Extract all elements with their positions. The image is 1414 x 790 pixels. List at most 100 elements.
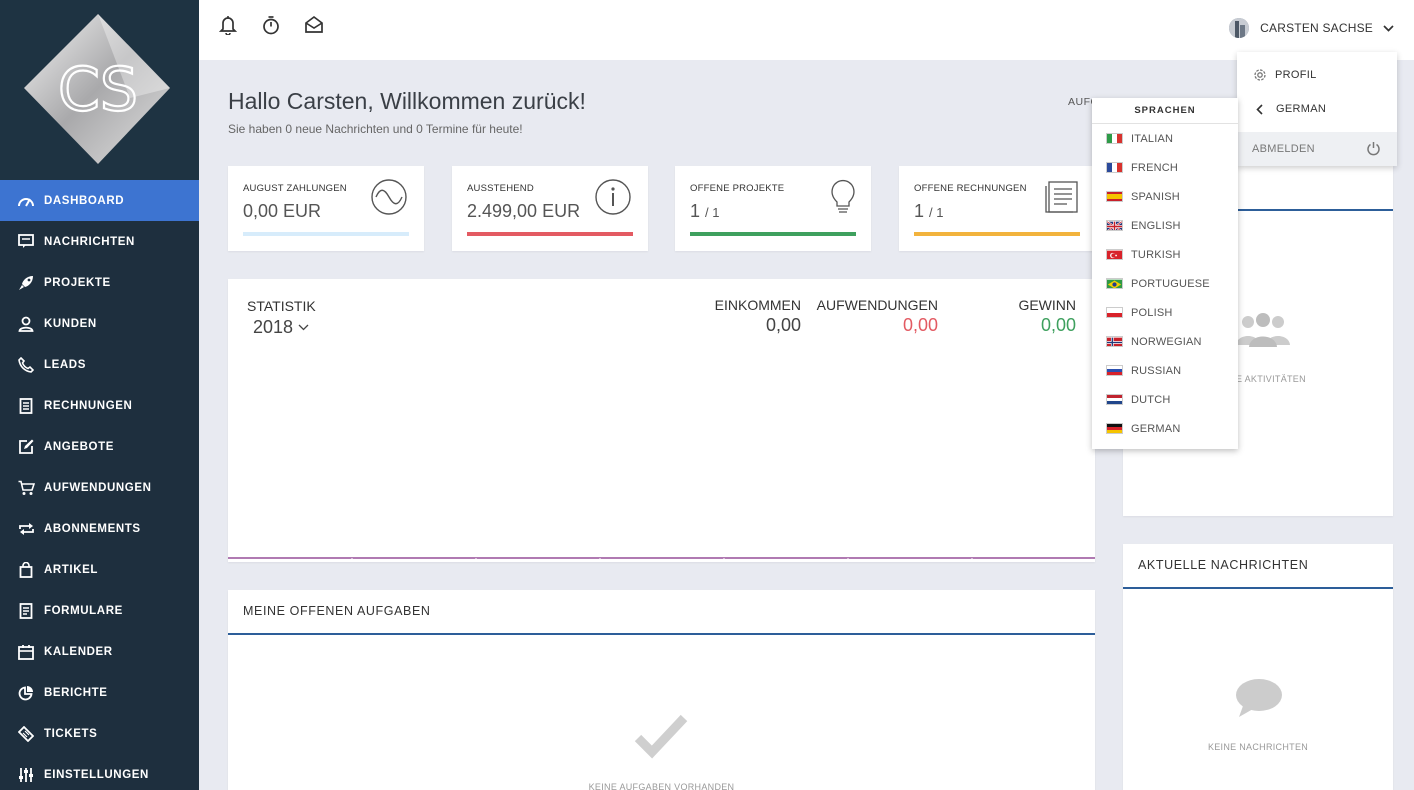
language-option-dutch[interactable]: DUTCH <box>1092 385 1238 414</box>
sliders-icon <box>17 766 35 784</box>
logo[interactable]: CS <box>0 0 199 180</box>
card-value-main: 1 <box>690 201 701 221</box>
power-icon <box>1366 141 1381 156</box>
sidebar-item-leads[interactable]: LEADS <box>0 344 199 385</box>
panel-title: AKTUELLE NACHRICHTEN <box>1123 544 1393 589</box>
sidebar-item-berichte[interactable]: BERICHTE <box>0 672 199 713</box>
language-option-label: DUTCH <box>1131 393 1171 406</box>
language-menu-item[interactable]: GERMAN <box>1252 103 1326 115</box>
sidebar-item-einstellungen[interactable]: EINSTELLUNGEN <box>0 754 199 790</box>
netherlands-flag-icon <box>1106 394 1123 405</box>
russia-flag-icon <box>1106 365 1123 376</box>
year-select[interactable]: 2018 <box>253 317 309 338</box>
card-bar <box>914 232 1080 236</box>
panel-title: MEINE OFFENEN AUFGABEN <box>228 590 1095 635</box>
language-option-label: RUSSIAN <box>1131 364 1182 377</box>
card-label: OFFENE RECHNUNGEN <box>914 183 1027 194</box>
card-value: 0,00 EUR <box>243 201 322 221</box>
language-option-french[interactable]: FRENCH <box>1092 153 1238 182</box>
repeat-icon <box>17 520 35 538</box>
bulb-icon <box>829 176 857 216</box>
language-label: GERMAN <box>1276 103 1327 115</box>
card-label: OFFENE PROJEKTE <box>690 183 785 194</box>
sidebar-item-kunden[interactable]: KUNDEN <box>0 303 199 344</box>
france-flag-icon <box>1106 162 1123 173</box>
sidebar-nav: DASHBOARD NACHRICHTEN PROJEKTE KUNDEN LE… <box>0 180 199 790</box>
language-dropdown-header: SPRACHEN <box>1092 98 1238 124</box>
profile-menu-item[interactable]: PROFIL <box>1252 67 1317 83</box>
expenses-label: AUFWENDUNGEN <box>816 297 938 313</box>
sidebar-item-tickets[interactable]: TICKETS <box>0 713 199 754</box>
rocket-icon <box>17 274 35 292</box>
gear-icon <box>1252 67 1268 83</box>
statistics-chart-baseline <box>228 557 1095 561</box>
italy-flag-icon <box>1106 133 1123 144</box>
sidebar-item-projekte[interactable]: PROJEKTE <box>0 262 199 303</box>
stat-card-open-projects: OFFENE PROJEKTE 1 / 1 <box>675 166 871 251</box>
sidebar-item-dashboard[interactable]: DASHBOARD <box>0 180 199 221</box>
turkey-flag-icon <box>1106 249 1123 260</box>
user-menu-toggle[interactable]: CARSTEN SACHSE <box>1229 18 1394 38</box>
card-bar <box>467 232 633 236</box>
logout-menu-item[interactable]: ABMELDEN <box>1237 132 1397 166</box>
wave-icon <box>370 178 408 216</box>
language-option-english[interactable]: ENGLISH <box>1092 211 1238 240</box>
invoice-icon <box>1045 180 1079 214</box>
language-option-label: SPANISH <box>1131 190 1180 203</box>
language-option-label: TURKISH <box>1131 248 1181 261</box>
norway-flag-icon <box>1106 336 1123 347</box>
language-option-russian[interactable]: RUSSIAN <box>1092 356 1238 385</box>
bell-icon[interactable] <box>219 15 237 35</box>
stopwatch-icon[interactable] <box>262 15 280 35</box>
language-option-spanish[interactable]: SPANISH <box>1092 182 1238 211</box>
income-label: EINKOMMEN <box>714 297 801 313</box>
bag-icon <box>17 561 35 579</box>
sidebar-item-angebote[interactable]: ANGEBOTE <box>0 426 199 467</box>
language-option-german[interactable]: GERMAN <box>1092 414 1238 443</box>
language-option-label: POLISH <box>1131 306 1173 319</box>
sidebar-item-formulare[interactable]: FORMULARE <box>0 590 199 631</box>
page-subtitle: Sie haben 0 neue Nachrichten und 0 Termi… <box>228 122 523 136</box>
message-icon <box>17 233 35 251</box>
sidebar-item-nachrichten[interactable]: NACHRICHTEN <box>0 221 199 262</box>
sidebar-item-aufwendungen[interactable]: AUFWENDUNGEN <box>0 467 199 508</box>
pie-chart-icon <box>17 684 35 702</box>
language-option-italian[interactable]: ITALIAN <box>1092 124 1238 153</box>
phone-icon <box>17 356 35 374</box>
user-name: CARSTEN SACHSE <box>1260 21 1373 35</box>
sidebar-item-artikel[interactable]: ARTIKEL <box>0 549 199 590</box>
language-option-norwegian[interactable]: NORWEGIAN <box>1092 327 1238 356</box>
open-tasks-panel: MEINE OFFENEN AUFGABEN KEINE AUFGABEN VO… <box>228 590 1095 790</box>
sidebar-item-kalender[interactable]: KALENDER <box>0 631 199 672</box>
sidebar-item-abonnements[interactable]: ABONNEMENTS <box>0 508 199 549</box>
card-label: AUSSTEHEND <box>467 183 534 194</box>
sidebar-item-label: KALENDER <box>44 645 113 658</box>
document-icon <box>17 397 35 415</box>
users-icon <box>1236 311 1290 347</box>
language-option-turkish[interactable]: TURKISH <box>1092 240 1238 269</box>
chevron-down-icon <box>1383 24 1394 32</box>
mail-icon[interactable] <box>304 15 324 35</box>
sidebar-item-label: DASHBOARD <box>44 194 125 207</box>
statistics-label: STATISTIK <box>247 298 316 314</box>
page-title: Hallo Carsten, Willkommen zurück! <box>228 88 586 114</box>
language-option-label: PORTUGUESE <box>1131 277 1210 290</box>
edit-icon <box>17 438 35 456</box>
gauge-icon <box>17 192 35 210</box>
language-dropdown: SPRACHEN ITALIAN FRENCH SPANISH ENGLISH … <box>1092 98 1238 449</box>
brazil-flag-icon <box>1106 278 1123 289</box>
card-value: 2.499,00 EUR <box>467 201 581 221</box>
language-option-portuguese[interactable]: PORTUGUESE <box>1092 269 1238 298</box>
form-icon <box>17 602 35 620</box>
sidebar-item-rechnungen[interactable]: RECHNUNGEN <box>0 385 199 426</box>
chevron-left-icon <box>1256 103 1263 115</box>
profit-label: GEWINN <box>1018 297 1076 313</box>
poland-flag-icon <box>1106 307 1123 318</box>
card-value: 1 / 1 <box>914 201 944 222</box>
avatar <box>1229 18 1250 38</box>
sidebar-item-label: ABONNEMENTS <box>44 522 141 535</box>
language-option-label: GERMAN <box>1131 422 1181 435</box>
language-option-polish[interactable]: POLISH <box>1092 298 1238 327</box>
germany-flag-icon <box>1106 423 1123 434</box>
card-value: 1 / 1 <box>690 201 720 222</box>
